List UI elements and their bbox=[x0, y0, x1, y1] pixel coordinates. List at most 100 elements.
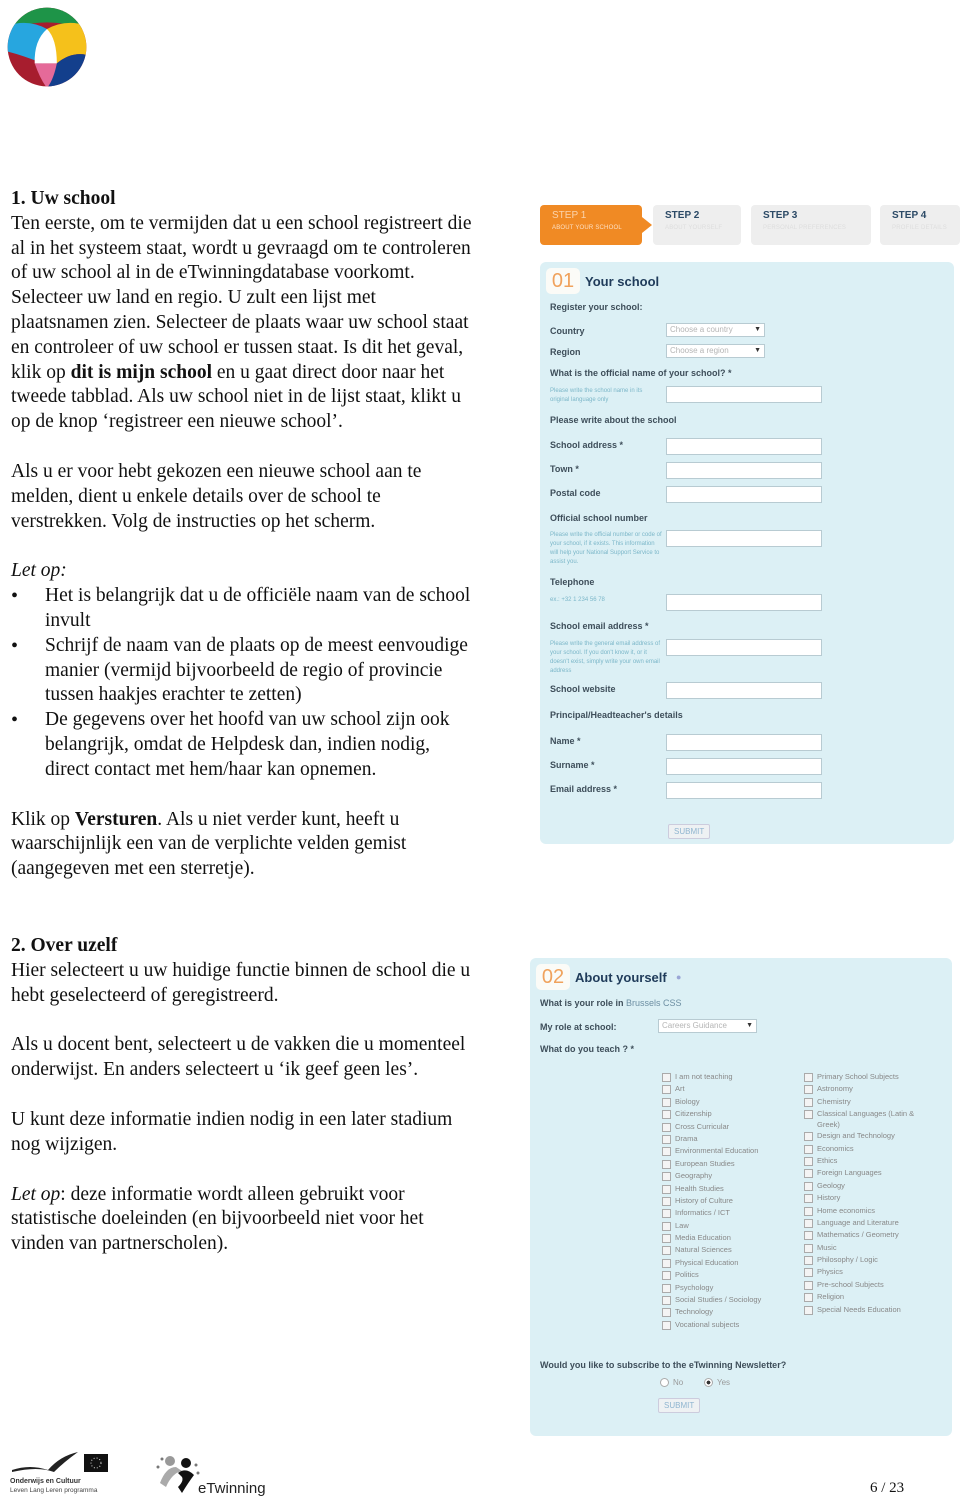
name-input[interactable] bbox=[666, 734, 822, 751]
subject-checkbox[interactable]: Health Studies bbox=[662, 1183, 761, 1195]
subject-checkbox[interactable]: Cross Curricular bbox=[662, 1121, 761, 1133]
email-input[interactable] bbox=[666, 639, 822, 656]
subject-checkbox[interactable]: Politics bbox=[662, 1269, 761, 1281]
step-1-tab[interactable]: STEP 1 ABOUT YOUR SCHOOL bbox=[540, 205, 652, 245]
subject-checkbox[interactable]: Foreign Languages bbox=[804, 1167, 927, 1179]
text: klik op bbox=[11, 361, 71, 383]
subject-checkbox[interactable]: Philosophy / Logic bbox=[804, 1254, 927, 1266]
subject-checkbox[interactable]: Citizenship bbox=[662, 1108, 761, 1120]
subject-checkbox[interactable]: Informatics / ICT bbox=[662, 1207, 761, 1219]
submit-button[interactable]: SUBMIT bbox=[668, 824, 711, 839]
bold-text: Versturen bbox=[74, 808, 158, 830]
subject-checkbox[interactable]: Physics bbox=[804, 1266, 927, 1278]
text: belangrijk, omdat de Helpdesk dan, indie… bbox=[45, 733, 431, 755]
subject-checkbox[interactable]: Natural Sciences bbox=[662, 1244, 761, 1256]
etwinning-logo: eTwinning bbox=[152, 1453, 277, 1498]
subject-checkbox[interactable]: I am not teaching bbox=[662, 1071, 761, 1083]
town-input[interactable] bbox=[666, 462, 822, 479]
address-input[interactable] bbox=[666, 438, 822, 455]
para-1-line: tweede tabblad. Als uw school niet in de… bbox=[11, 386, 462, 408]
subject-checkbox[interactable]: Home economics bbox=[804, 1205, 927, 1217]
subject-checkbox[interactable]: Design and Technology bbox=[804, 1130, 927, 1142]
subject-checkbox[interactable]: Pre-school Subjects bbox=[804, 1279, 927, 1291]
colored-circle-logo bbox=[7, 7, 87, 87]
role-question: What is your role in Brussels CSS bbox=[540, 998, 682, 1008]
subject-checkbox[interactable]: Media Education bbox=[662, 1232, 761, 1244]
subject-checkbox[interactable]: Astronomy bbox=[804, 1083, 927, 1095]
subject-checkbox[interactable]: Language and Literature bbox=[804, 1217, 927, 1229]
text: Het is belangrijk dat u de officiële naa… bbox=[45, 585, 471, 607]
step-2-tab[interactable]: STEP 2 ABOUT YOURSELF bbox=[653, 205, 741, 245]
step-subtitle: PERSONAL PREFERENCES bbox=[763, 225, 847, 231]
subject-checkbox[interactable]: Social Studies / Sociology bbox=[662, 1294, 761, 1306]
para-1-line: of uw school al in de eTwinningdatabase … bbox=[11, 262, 415, 284]
subject-checkbox[interactable]: Economics bbox=[804, 1143, 927, 1155]
section-1-heading: 1. Uw school bbox=[11, 188, 116, 209]
your-school-form: 01 Your school Register your school: Cou… bbox=[540, 262, 954, 844]
newsletter-yes-radio[interactable]: Yes bbox=[704, 1378, 730, 1388]
para-1-line: al in het systeem staat, wordt u gevraag… bbox=[11, 237, 471, 259]
text-line: Hier selecteert u uw huidige functie bin… bbox=[11, 959, 471, 981]
form-title: About yourself bbox=[575, 970, 667, 985]
address-label: School address * bbox=[550, 440, 624, 450]
newsletter-no-radio[interactable]: No bbox=[660, 1378, 684, 1388]
submit-button[interactable]: SUBMIT bbox=[658, 1398, 701, 1413]
subject-checkbox[interactable]: Drama bbox=[662, 1133, 761, 1145]
region-select[interactable]: Choose a region ▼ bbox=[666, 344, 765, 358]
subject-checkbox[interactable]: European Studies bbox=[662, 1158, 761, 1170]
email-hint: Please write the general email address o… bbox=[550, 641, 661, 674]
step-title: STEP 4 bbox=[892, 210, 927, 221]
telephone-input[interactable] bbox=[666, 594, 822, 611]
subject-checkbox[interactable]: Music bbox=[804, 1242, 927, 1254]
step-number: 02 bbox=[536, 964, 570, 990]
subject-checkbox[interactable]: Chemistry bbox=[804, 1096, 927, 1108]
write-about-heading: Please write about the school bbox=[550, 415, 677, 425]
subject-checkbox[interactable]: Biology bbox=[662, 1096, 761, 1108]
website-input[interactable] bbox=[666, 682, 822, 699]
subject-checkbox[interactable]: Psychology bbox=[662, 1282, 761, 1294]
country-select[interactable]: Choose a country ▼ bbox=[666, 323, 765, 337]
step-3-tab[interactable]: STEP 3 PERSONAL PREFERENCES bbox=[751, 205, 871, 245]
dropdown-arrow-icon: ▼ bbox=[754, 326, 761, 333]
subject-checkbox[interactable]: Mathematics / Geometry bbox=[804, 1229, 927, 1241]
llp-swoosh-icon bbox=[12, 1452, 108, 1472]
subject-checkbox[interactable]: Vocational subjects bbox=[662, 1319, 761, 1331]
step-title: STEP 1 bbox=[552, 210, 587, 221]
bullet-item: Het is belangrijk dat u de officiële naa… bbox=[11, 584, 516, 634]
help-icon[interactable]: ● bbox=[676, 972, 681, 982]
text-line: hebt geselecteerd of geregistreerd. bbox=[11, 984, 279, 1006]
radio-label: No bbox=[673, 1378, 684, 1387]
subject-checkbox[interactable]: Ethics bbox=[804, 1155, 927, 1167]
subject-checkbox[interactable]: Environmental Education bbox=[662, 1145, 761, 1157]
subject-checkbox[interactable]: Technology bbox=[662, 1306, 761, 1318]
subject-checkbox[interactable]: Special Needs Education bbox=[804, 1304, 927, 1316]
surname-input[interactable] bbox=[666, 758, 822, 775]
section-2-heading: 2. Over uzelf bbox=[11, 935, 118, 956]
subject-checkbox[interactable]: Religion bbox=[804, 1291, 927, 1303]
subject-checkbox[interactable]: Primary School Subjects bbox=[804, 1071, 927, 1083]
para-1-line: plaatsnamen zien. Selecteer de plaats wa… bbox=[11, 311, 469, 333]
subject-checkbox[interactable]: Art bbox=[662, 1083, 761, 1095]
text: De gegevens over het hoofd van uw school… bbox=[45, 709, 450, 731]
subject-checkbox[interactable]: Classical Languages (Latin & Greek) bbox=[804, 1108, 927, 1130]
dropdown-arrow-icon: ▼ bbox=[754, 347, 761, 354]
subject-checkbox[interactable]: Geography bbox=[662, 1170, 761, 1182]
para-2-line: melden, dient u enkele details over de s… bbox=[11, 485, 381, 507]
subject-checkbox[interactable]: History bbox=[804, 1192, 927, 1204]
principal-email-input[interactable] bbox=[666, 782, 822, 799]
subject-checkbox[interactable]: Geology bbox=[804, 1180, 927, 1192]
step-4-tab[interactable]: STEP 4 PROFILE DETAILS bbox=[880, 205, 960, 245]
postal-input[interactable] bbox=[666, 486, 822, 503]
official-name-input[interactable] bbox=[666, 386, 822, 403]
step-subtitle: ABOUT YOUR SCHOOL bbox=[552, 225, 622, 231]
school-number-input[interactable] bbox=[666, 530, 822, 547]
bullet-list: Het is belangrijk dat u de officiële naa… bbox=[11, 584, 516, 782]
para-3-line: (aangegeven met een sterretje). bbox=[11, 858, 255, 880]
para-1-line: en controleer of uw school er tussen sta… bbox=[11, 336, 464, 358]
subject-checkbox[interactable]: Physical Education bbox=[662, 1257, 761, 1269]
subject-checkbox[interactable]: History of Culture bbox=[662, 1195, 761, 1207]
role-select[interactable]: Careers Guidance ▼ bbox=[658, 1019, 757, 1033]
subject-checkbox[interactable]: Law bbox=[662, 1220, 761, 1232]
page-number: 6 / 23 bbox=[870, 1480, 905, 1496]
llp-line-1: Onderwijs en Cultuur bbox=[10, 1478, 81, 1485]
